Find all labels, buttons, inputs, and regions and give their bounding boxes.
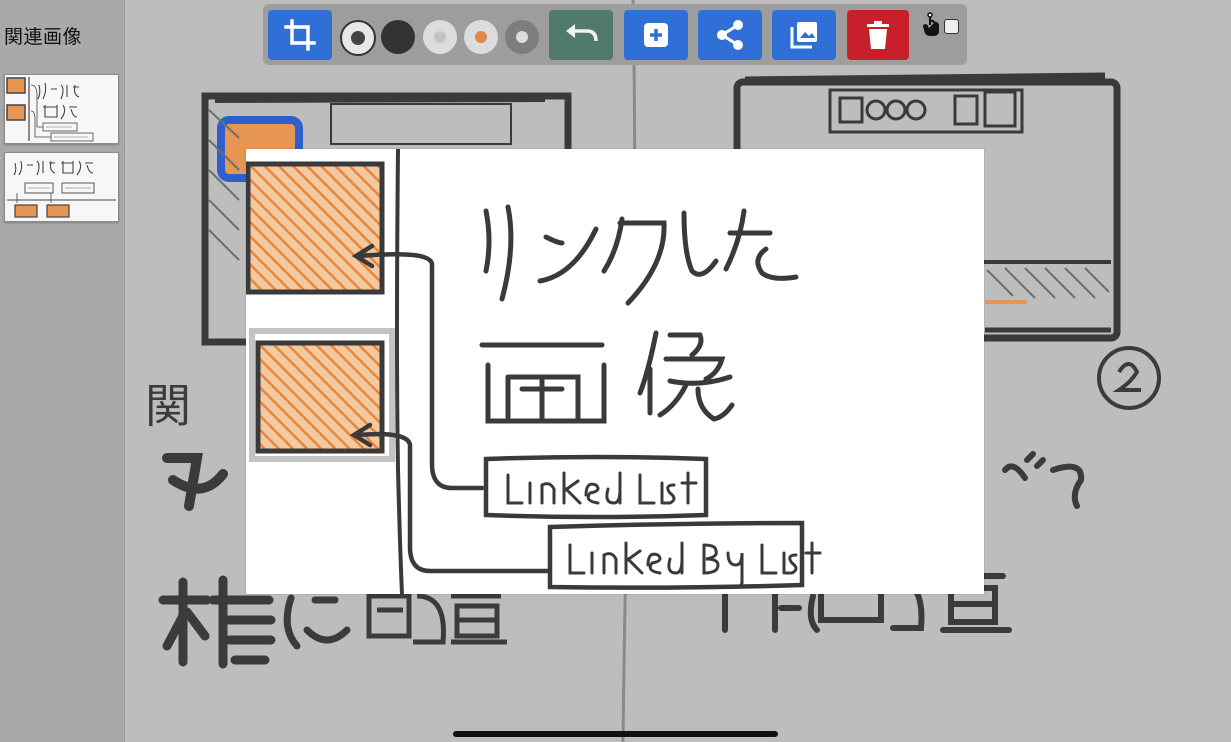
thumbnail-2[interactable]	[4, 152, 119, 222]
linked-image-preview	[246, 149, 984, 594]
toolbar	[263, 4, 967, 65]
related-images-sidebar: 関連画像	[0, 0, 125, 742]
home-indicator	[453, 731, 778, 737]
pen-selected[interactable]	[340, 20, 376, 56]
crop-icon	[283, 18, 317, 52]
pen-dark-gray-dot	[516, 31, 528, 43]
pen-black[interactable]	[381, 20, 415, 54]
undo-button[interactable]	[549, 10, 613, 60]
touch-toggle[interactable]	[922, 12, 965, 42]
share-button[interactable]	[698, 10, 762, 60]
pen-orange-dot	[475, 31, 487, 43]
pen-light-gray[interactable]	[423, 20, 457, 54]
pen-dot	[351, 31, 365, 45]
thumbnail-1[interactable]	[4, 74, 119, 144]
touch-checkbox[interactable]	[944, 19, 959, 34]
thumbnail-2-sketch	[7, 160, 116, 218]
trash-icon	[865, 20, 891, 50]
share-icon	[714, 19, 746, 51]
pen-orange[interactable]	[464, 20, 498, 54]
touch-icon	[922, 12, 941, 40]
image-button[interactable]	[772, 10, 836, 60]
sketch-heading-left: 関	[145, 379, 191, 433]
undo-icon	[563, 21, 599, 49]
crop-button[interactable]	[268, 10, 332, 60]
plus-icon	[642, 21, 670, 49]
pen-dark-gray[interactable]	[505, 20, 539, 54]
thumbnail-1-sketch	[6, 77, 94, 142]
pen-light-gray-dot	[434, 31, 446, 43]
add-button[interactable]	[624, 10, 688, 60]
image-icon	[788, 19, 820, 51]
delete-button[interactable]	[847, 10, 909, 60]
preview-sketch	[246, 149, 822, 594]
sidebar-title: 関連画像	[4, 26, 83, 48]
